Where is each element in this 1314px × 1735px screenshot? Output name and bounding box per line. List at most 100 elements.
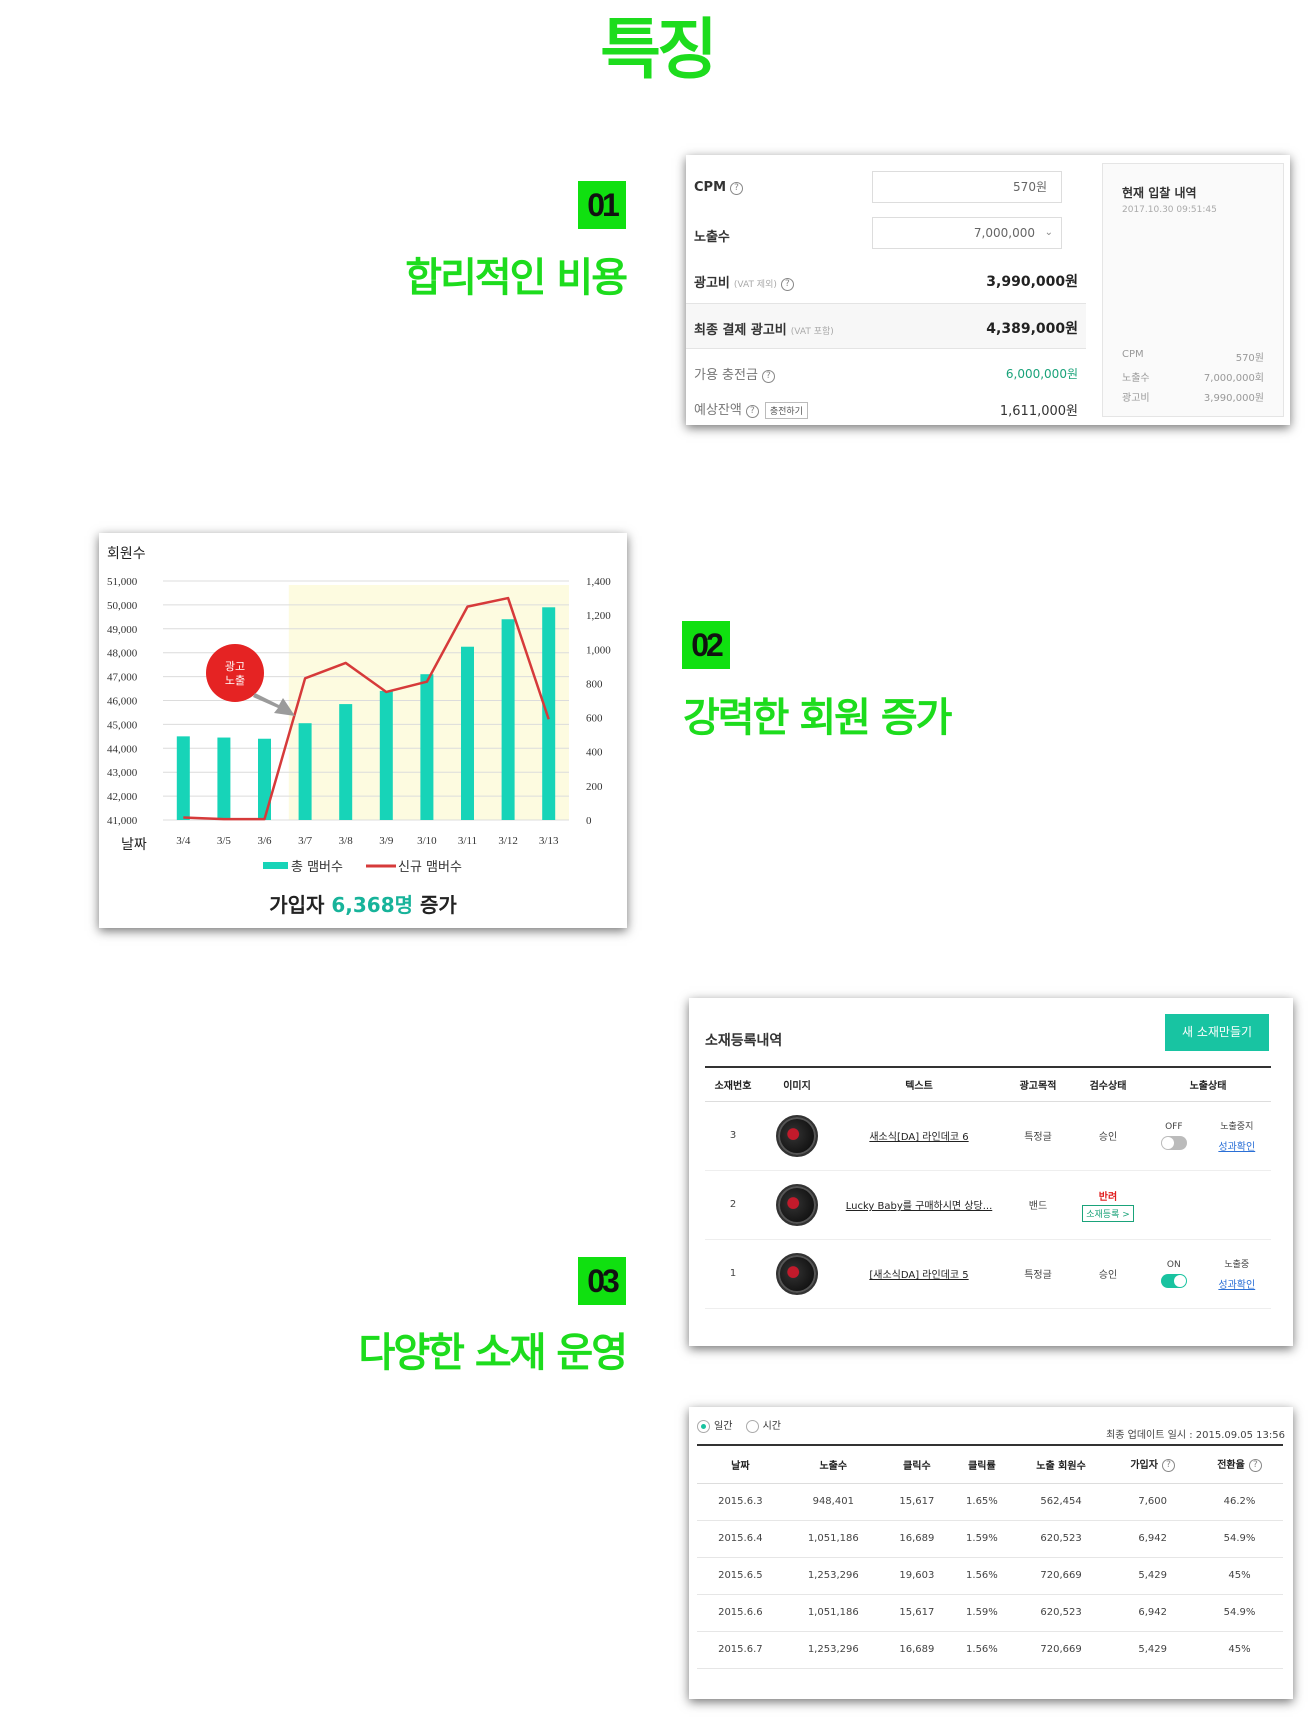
table-row: 2015.6.4 1,051,186 16,689 1.59% 620,523 6,942…: [697, 1520, 1283, 1558]
x-axis-label: 날짜: [121, 837, 147, 853]
exposure-toggle[interactable]: [1160, 1273, 1187, 1288]
table-cell: 46.2%: [1196, 1483, 1283, 1521]
legend-swatch-bar: [263, 862, 288, 869]
stats-card: 일간 시간 최종 업데이트 일시 : 2015.09.05 13:56 날짜 노…: [689, 1407, 1293, 1699]
bid-history-row: 광고비 3,990,000원: [1122, 393, 1264, 404]
radio-daily-label: 일간: [714, 1421, 733, 1432]
x-tick-label: 3/11: [458, 835, 477, 847]
table-cell: 1,051,186: [783, 1594, 883, 1632]
x-tick-label: 3/9: [379, 835, 394, 847]
exposure-status: 노출중지: [1220, 1121, 1254, 1132]
y-axis-label: 회원수: [107, 546, 146, 562]
table-header-row: 소재번호 이미지 텍스트 광고목적 검수상태 노출상태: [705, 1066, 1271, 1102]
help-icon[interactable]: ?: [780, 278, 794, 291]
table-cell: 15,617: [882, 1483, 951, 1521]
creative-id: 1: [705, 1239, 761, 1309]
x-tick-label: 3/12: [498, 835, 518, 847]
expected-value: 1,611,000원: [999, 404, 1078, 419]
x-tick-label: 3/6: [257, 835, 272, 847]
col-header: 클릭률: [950, 1444, 1013, 1484]
creative-thumbnail[interactable]: [776, 1252, 818, 1295]
help-icon[interactable]: ?: [745, 405, 759, 418]
chevron-down-icon: ⌄: [1044, 227, 1053, 238]
y-left-tick-label: 42,000: [107, 791, 138, 803]
creative-text-link[interactable]: Lucky Baby를 구매하시면 상당...: [846, 1201, 993, 1212]
col-header: 가입자?: [1109, 1444, 1197, 1484]
creative-purpose: 특정글: [1005, 1101, 1071, 1171]
toggle-label: OFF: [1165, 1121, 1183, 1132]
table-cell: 54.9%: [1196, 1520, 1283, 1558]
table-cell: 45%: [1196, 1631, 1283, 1669]
table-cell: 1,051,186: [783, 1520, 883, 1558]
table-cell: 1,253,296: [783, 1557, 883, 1595]
bar: [298, 723, 312, 820]
help-icon[interactable]: ?: [1161, 1459, 1175, 1473]
table-cell: 562,454: [1012, 1483, 1110, 1521]
radio-daily[interactable]: [697, 1419, 710, 1433]
register-creative-button[interactable]: 소재등록 >: [1082, 1204, 1134, 1222]
y-left-tick-label: 45,000: [107, 719, 138, 731]
x-tick-label: 3/5: [217, 835, 232, 847]
new-creative-button[interactable]: 새 소재만들기: [1165, 1014, 1269, 1051]
bar: [379, 690, 393, 820]
table-cell: 6,942: [1109, 1520, 1197, 1558]
y-left-tick-label: 43,000: [107, 767, 138, 779]
y-right-tick-label: 1,000: [586, 644, 611, 656]
creative-thumbnail[interactable]: [776, 1114, 818, 1157]
creative-list-title: 소재등록내역: [705, 1033, 783, 1049]
table-cell: 16,689: [882, 1631, 951, 1669]
table-cell: 5,429: [1109, 1557, 1197, 1595]
table-cell: 620,523: [1012, 1520, 1110, 1558]
period-radio-group: 일간 시간: [697, 1417, 781, 1433]
table-cell: 2015.6.5: [697, 1557, 784, 1595]
feature-number-01: 01: [578, 181, 626, 229]
col-header: 이미지: [761, 1066, 833, 1102]
col-header: 날짜: [697, 1444, 784, 1484]
y-left-tick-label: 44,000: [107, 743, 138, 755]
impressions-select[interactable]: 7,000,000 ⌄: [872, 217, 1062, 249]
available-value: 6,000,000원: [1005, 367, 1078, 381]
creative-text-link[interactable]: [새소식DA] 라인데코 5: [869, 1270, 968, 1281]
bar: [420, 674, 434, 820]
table-row: 2 Lucky Baby를 구매하시면 상당... 밴드 반려 소재등록 >: [705, 1170, 1271, 1240]
creative-purpose: 특정글: [1005, 1239, 1071, 1309]
feature-title-members: 강력한 회원 증가: [683, 695, 952, 741]
table-row: 2015.6.6 1,051,186 15,617 1.59% 620,523 6,942…: [697, 1594, 1283, 1632]
table-cell: 2015.6.6: [697, 1594, 784, 1632]
table-cell: 2015.6.4: [697, 1520, 784, 1558]
performance-link[interactable]: 성과확인: [1218, 1138, 1255, 1153]
cost-card: CPM? 570원 노출수 7,000,000 ⌄ 광고비 (VAT 제외)? 3…: [686, 155, 1290, 425]
radio-hourly[interactable]: [745, 1419, 759, 1433]
table-cell: 1.56%: [950, 1631, 1013, 1669]
y-right-tick-label: 800: [586, 678, 603, 690]
creative-purpose: 밴드: [1005, 1170, 1071, 1240]
table-row: 2015.6.3 948,401 15,617 1.65% 562,454 7,600 46…: [697, 1483, 1283, 1521]
table-cell: 1.56%: [950, 1557, 1013, 1595]
col-header: 노출 회원수: [1012, 1444, 1110, 1484]
table-cell: 2015.6.3: [697, 1483, 784, 1521]
final-cost-label: 최종 결제 광고비 (VAT 포함): [694, 323, 834, 338]
table-cell: 1.59%: [950, 1594, 1013, 1632]
table-row: 2015.6.5 1,253,296 19,603 1.56% 720,669 5,429…: [697, 1557, 1283, 1595]
table-cell: 45%: [1196, 1557, 1283, 1595]
help-icon[interactable]: ?: [761, 370, 775, 383]
y-left-tick-label: 48,000: [107, 648, 138, 660]
charge-button[interactable]: 충전하기: [764, 402, 808, 419]
cpm-input[interactable]: 570원: [872, 171, 1062, 203]
help-icon[interactable]: ?: [730, 182, 744, 195]
exposure-toggle[interactable]: [1160, 1135, 1187, 1150]
table-cell: 5,429: [1109, 1631, 1197, 1669]
col-header: 소재번호: [705, 1066, 761, 1102]
table-cell: 6,942: [1109, 1594, 1197, 1632]
y-left-tick-label: 49,000: [107, 624, 138, 636]
performance-link[interactable]: 성과확인: [1218, 1276, 1255, 1291]
y-right-tick-label: 1,400: [586, 576, 611, 588]
chart-caption: 가입자 6,368명 증가: [269, 893, 457, 917]
x-tick-label: 3/8: [339, 835, 354, 847]
page-title: 특징: [600, 11, 717, 88]
help-icon[interactable]: ?: [1248, 1459, 1262, 1473]
cpm-label: CPM?: [694, 180, 744, 195]
creative-text-link[interactable]: 새소식[DA] 라인데코 6: [869, 1132, 968, 1143]
creative-thumbnail[interactable]: [776, 1183, 818, 1226]
x-tick-label: 3/10: [417, 835, 437, 847]
